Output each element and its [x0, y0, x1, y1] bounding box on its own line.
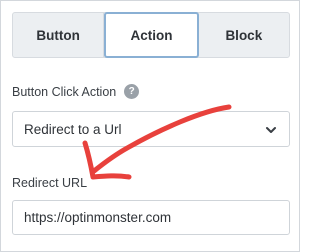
tab-bar: Button Action Block: [12, 12, 290, 58]
question-circle-icon[interactable]: ?: [124, 84, 140, 100]
tab-block[interactable]: Block: [199, 13, 289, 57]
settings-panel: Button Action Block Button Click Action?…: [0, 0, 300, 252]
chevron-down-icon: [266, 127, 276, 133]
tab-button[interactable]: Button: [13, 13, 105, 57]
button-click-action-label-text: Button Click Action: [12, 85, 117, 99]
redirect-url-input[interactable]: https://optinmonster.com: [12, 200, 290, 235]
red-arrow-head: [82, 140, 132, 180]
tab-action[interactable]: Action: [104, 12, 199, 58]
click-action-selected-value: Redirect to a Url: [24, 121, 122, 137]
redirect-url-label: Redirect URL: [12, 176, 88, 190]
button-click-action-label: Button Click Action?: [12, 84, 140, 100]
click-action-select[interactable]: Redirect to a Url: [12, 111, 290, 147]
redirect-url-value: https://optinmonster.com: [24, 210, 172, 225]
